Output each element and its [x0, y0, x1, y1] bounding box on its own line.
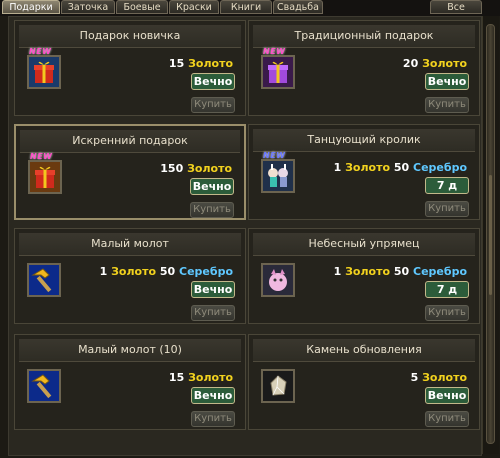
- shop-item-card[interactable]: Небесный упрямец 1 Золото 50 Серебро 7 д…: [248, 228, 480, 324]
- tab-all[interactable]: Все: [430, 0, 482, 14]
- item-price: 150 Золото: [160, 162, 232, 175]
- tab-combat[interactable]: Боевые: [116, 0, 168, 14]
- gift-red-icon: [27, 55, 61, 89]
- shop-item-card[interactable]: Малый молот (10) 15 Золото Вечно Купить: [14, 334, 246, 430]
- buy-button[interactable]: Купить: [191, 97, 235, 113]
- buy-button[interactable]: Купить: [425, 97, 469, 113]
- buy-button[interactable]: Купить: [425, 411, 469, 427]
- gift-purple-icon: [261, 55, 295, 89]
- scrollbar-thumb[interactable]: [486, 24, 495, 444]
- buy-button[interactable]: Купить: [425, 201, 469, 217]
- shop-item-card[interactable]: Традиционный подарок NEW 20 Золото Вечно…: [248, 20, 480, 116]
- tab-paints[interactable]: Краски: [169, 0, 219, 14]
- item-title: Малый молот (10): [19, 339, 241, 362]
- duration-select[interactable]: Вечно: [191, 73, 235, 90]
- item-title: Искренний подарок: [20, 130, 240, 153]
- item-price: 20 Золото: [402, 57, 467, 70]
- gift-red-icon: [28, 160, 62, 194]
- buy-button[interactable]: Купить: [191, 411, 235, 427]
- shop-item-card[interactable]: Малый молот 1 Золото 50 Серебро Вечно Ку…: [14, 228, 246, 324]
- buy-button[interactable]: Купить: [191, 305, 235, 321]
- item-price: 1 Золото 50 Серебро: [333, 265, 467, 278]
- duration-select[interactable]: 7 д: [425, 177, 469, 194]
- item-title: Малый молот: [19, 233, 241, 256]
- shop-item-card[interactable]: Камень обновления 5 Золото Вечно Купить: [248, 334, 480, 430]
- item-title: Подарок новичка: [19, 25, 241, 48]
- pink-creature-icon: [261, 263, 295, 297]
- tab-books[interactable]: Книги: [220, 0, 272, 14]
- item-title: Традиционный подарок: [253, 25, 475, 48]
- duration-select[interactable]: Вечно: [190, 178, 234, 195]
- tab-enhance[interactable]: Заточка: [61, 0, 115, 14]
- item-price: 1 Золото 50 Серебро: [99, 265, 233, 278]
- tab-gifts[interactable]: Подарки: [2, 0, 60, 14]
- item-title: Камень обновления: [253, 339, 475, 362]
- item-price: 15 Золото: [168, 57, 233, 70]
- shop-item-card[interactable]: Танцующий кролик NEW 1 Золото 50 Серебро…: [248, 124, 480, 220]
- item-price: 1 Золото 50 Серебро: [333, 161, 467, 174]
- item-title: Танцующий кролик: [253, 129, 475, 152]
- tab-wedding[interactable]: Свадьба: [273, 0, 323, 14]
- duration-select[interactable]: Вечно: [425, 387, 469, 404]
- tab-bar: Подарки Заточка Боевые Краски Книги Свад…: [0, 0, 500, 16]
- scrollbar[interactable]: [482, 16, 499, 454]
- dancing-rabbit-icon: [261, 159, 295, 193]
- shop-item-card-selected[interactable]: Искренний подарок NEW 150 Золото Вечно К…: [14, 124, 246, 220]
- duration-select[interactable]: Вечно: [191, 387, 235, 404]
- crystal-stone-icon: [261, 369, 295, 403]
- item-title: Небесный упрямец: [253, 233, 475, 256]
- item-price: 15 Золото: [168, 371, 233, 384]
- item-price: 5 Золото: [410, 371, 467, 384]
- hammer-icon: [27, 263, 61, 297]
- buy-button[interactable]: Купить: [425, 305, 469, 321]
- buy-button[interactable]: Купить: [190, 202, 234, 218]
- shop-item-card[interactable]: Подарок новичка NEW 15 Золото Вечно Купи…: [14, 20, 246, 116]
- duration-select[interactable]: 7 д: [425, 281, 469, 298]
- duration-select[interactable]: Вечно: [425, 73, 469, 90]
- duration-select[interactable]: Вечно: [191, 281, 235, 298]
- hammer-icon: [27, 369, 61, 403]
